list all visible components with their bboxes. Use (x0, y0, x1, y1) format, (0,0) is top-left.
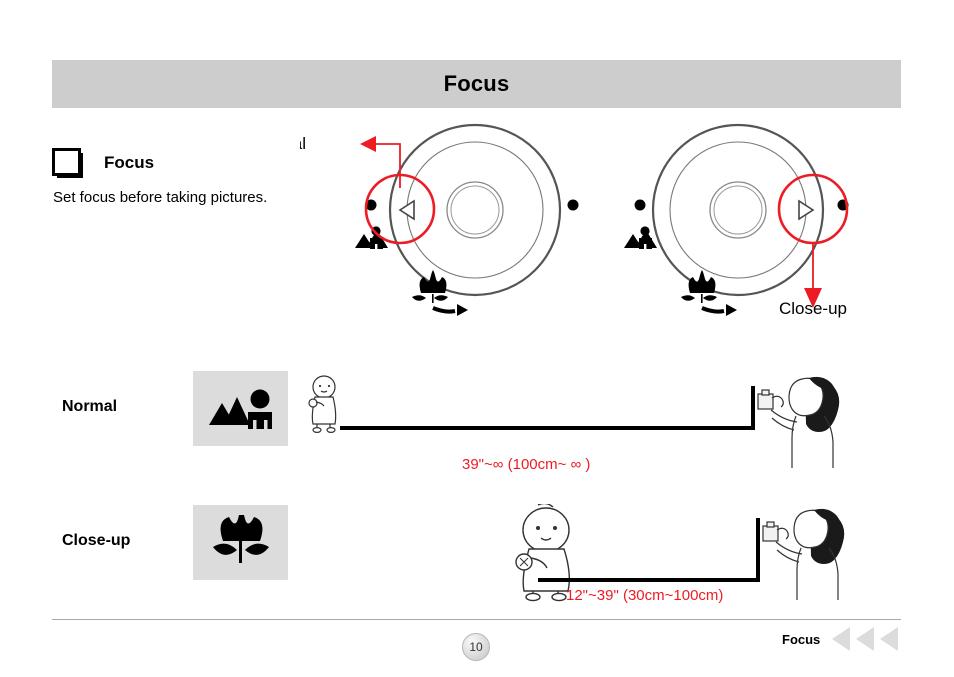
mode-label-normal: Normal (62, 398, 118, 415)
prev-arrow-2-icon[interactable] (856, 627, 874, 651)
right-dial-inner-ring-2 (713, 185, 763, 235)
landscape-person-icon (208, 389, 272, 430)
dial-diagram-svg: Normal (251, 123, 849, 318)
closeup-distance-text: 12"~39" (30cm~100cm) (566, 587, 724, 604)
right-dial-dot-left (634, 199, 646, 211)
left-dial-mid-ring (406, 141, 544, 279)
prev-arrow-3-icon[interactable] (880, 627, 898, 651)
section-description: Set focus before taking pictures. (53, 189, 268, 206)
normal-distance-text: 39"~∞ (100cm~ ∞ ) (462, 456, 591, 473)
flower-icon (212, 514, 269, 563)
right-dial-outer-ring (651, 123, 825, 297)
curved-arrow-icon (432, 304, 468, 316)
right-dial-inner-ring (709, 181, 767, 239)
mode-row-closeup: Close-up 12"~39" (30cm~100cm) (0, 502, 954, 612)
left-dial-inner-ring-2 (450, 185, 500, 235)
closeup-measurement-line (538, 518, 760, 582)
page-header-bar: Focus (52, 60, 901, 108)
footer-section-name: Focus (782, 632, 821, 647)
focus-dial-diagram: Normal (251, 118, 920, 328)
closeup-callout-label: Close-up (779, 299, 847, 318)
right-dial-mid-ring (669, 141, 807, 279)
right-dial-highlight-circle (777, 173, 849, 245)
left-dial-outer-ring (388, 123, 562, 297)
mode-iconbox-normal (193, 371, 288, 446)
left-dial-dot-right (567, 199, 579, 211)
photographer-figure-icon (757, 376, 840, 468)
section-title: Focus (104, 153, 155, 172)
landscape-person-icon (624, 226, 657, 250)
prev-arrow-1-icon[interactable] (832, 627, 850, 651)
square-stack-icon (52, 148, 84, 178)
mode-iconbox-closeup (193, 505, 288, 580)
child-figure-icon (308, 375, 337, 433)
page-title: Focus (443, 71, 510, 96)
flower-icon (412, 270, 448, 303)
normal-callout-label: Normal (300, 134, 306, 153)
left-dial-group: Normal (251, 123, 579, 316)
mode-row-normal: Normal 39"~∞ (100cm~ ∞) (0, 368, 954, 478)
page-number-badge: 10 (462, 633, 490, 661)
section-heading: Focus (52, 148, 154, 178)
footer-divider (52, 619, 901, 620)
child-figure-icon (515, 504, 571, 602)
right-dial-group: Close-up (624, 123, 849, 318)
mode-label-closeup: Close-up (62, 532, 131, 549)
flower-icon (681, 270, 717, 303)
footer-nav-arrows[interactable] (832, 627, 898, 651)
manual-page: Focus Focus Set focus before taking pict… (0, 0, 954, 677)
curved-arrow-icon (701, 304, 737, 316)
photographer-figure-icon (762, 508, 845, 600)
normal-measurement-line (340, 386, 755, 430)
arrow-left-icon (360, 136, 376, 152)
left-dial-inner-ring (446, 181, 504, 239)
